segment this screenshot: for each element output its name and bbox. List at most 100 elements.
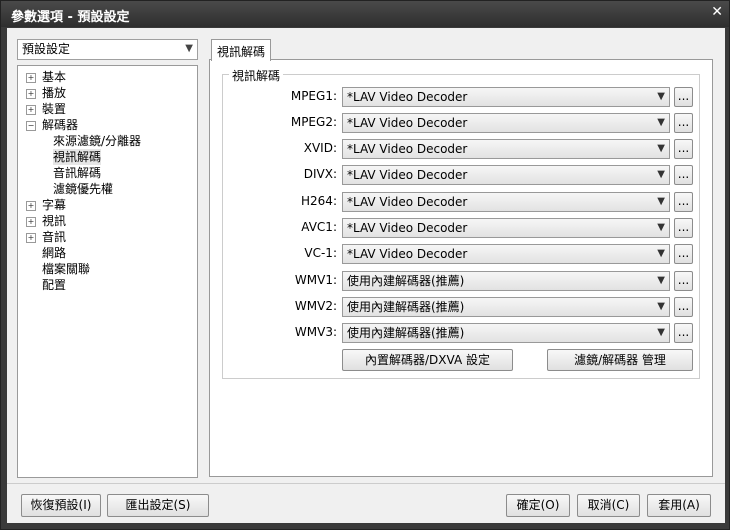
chevron-down-icon: ▼	[657, 143, 665, 154]
tree-item-label: 基本	[42, 70, 67, 84]
divider	[7, 483, 725, 484]
decoder-options-button[interactable]: ...	[674, 297, 693, 317]
decoder-options-button[interactable]: ...	[674, 113, 693, 133]
tree-item-label: 視訊	[42, 214, 67, 228]
expand-icon[interactable]: +	[26, 217, 36, 227]
tree-item-label: 播放	[42, 86, 67, 100]
tree-item[interactable]: 網路	[26, 245, 66, 261]
tree-item-label: 視訊解碼	[53, 150, 102, 164]
decoder-value: *LAV Video Decoder	[347, 90, 468, 104]
tree-item[interactable]: 檔案關聯	[26, 261, 90, 277]
settings-tree[interactable]: + 基本 + 播放 + 裝置 − 解碼器 來源濾鏡/分離器 視訊解碼 音訊解碼 濾鏡優先權 + 字幕 + 視訊…	[17, 65, 198, 478]
chevron-down-icon: ▼	[657, 169, 665, 180]
decoder-value: *LAV Video Decoder	[347, 168, 468, 182]
decoder-value: *LAV Video Decoder	[347, 221, 468, 235]
decoder-options-button[interactable]: ...	[674, 192, 693, 212]
tree-item[interactable]: + 裝置	[26, 101, 66, 117]
decoder-options-button[interactable]: ...	[674, 218, 693, 238]
codec-label: WMV3:	[294, 325, 337, 339]
tree-item[interactable]: 音訊解碼	[53, 165, 101, 181]
tree-item-label: 配置	[42, 278, 67, 292]
collapse-icon[interactable]: −	[26, 121, 36, 131]
codec-label: WMV1:	[294, 273, 337, 287]
decoder-select[interactable]: *LAV Video Decoder ▼	[342, 165, 670, 185]
decoder-options-button[interactable]: ...	[674, 87, 693, 107]
decoder-options-button[interactable]: ...	[674, 139, 693, 159]
decoder-value: *LAV Video Decoder	[347, 116, 468, 130]
tree-item[interactable]: + 基本	[26, 69, 66, 85]
expand-icon[interactable]: +	[26, 105, 36, 115]
expand-icon[interactable]: +	[26, 201, 36, 211]
decoder-select[interactable]: 使用內建解碼器(推薦) ▼	[342, 297, 670, 317]
codec-label: WMV2:	[294, 299, 337, 313]
tree-item-label: 來源濾鏡/分離器	[53, 134, 142, 148]
decoder-select[interactable]: 使用內建解碼器(推薦) ▼	[342, 271, 670, 291]
tree-item-label: 音訊	[42, 230, 67, 244]
tree-item[interactable]: + 音訊	[26, 229, 66, 245]
tree-item[interactable]: + 視訊	[26, 213, 66, 229]
close-icon[interactable]: ✕	[711, 4, 723, 20]
codec-label: DIVX:	[303, 167, 337, 181]
tree-item[interactable]: + 播放	[26, 85, 66, 101]
decoder-value: 使用內建解碼器(推薦)	[347, 274, 465, 288]
decoder-select[interactable]: *LAV Video Decoder ▼	[342, 244, 670, 264]
tree-item[interactable]: + 字幕	[26, 197, 66, 213]
chevron-down-icon: ▼	[657, 196, 665, 207]
decoder-select[interactable]: *LAV Video Decoder ▼	[342, 139, 670, 159]
tree-item-label: 字幕	[42, 198, 67, 212]
tree-item[interactable]: 來源濾鏡/分離器	[53, 133, 141, 149]
decoder-value: 使用內建解碼器(推薦)	[347, 326, 465, 340]
expand-icon[interactable]: +	[26, 233, 36, 243]
export-settings-button[interactable]: 匯出設定(S)	[107, 494, 209, 517]
expand-icon[interactable]: +	[26, 89, 36, 99]
dialog-body: 預設設定 ▼ + 基本 + 播放 + 裝置 − 解碼器 來源濾鏡/分離器 視訊解碼 音訊解碼 濾鏡優先權…	[7, 28, 725, 523]
filter-manage-button[interactable]: 濾鏡/解碼器 管理	[547, 349, 693, 371]
video-decoder-group: 視訊解碼 MPEG1: *LAV Video Decoder ▼ ... MPEG2…	[222, 67, 700, 379]
profile-select[interactable]: 預設設定 ▼	[17, 39, 198, 60]
decoder-select[interactable]: *LAV Video Decoder ▼	[342, 218, 670, 238]
chevron-down-icon: ▼	[185, 43, 193, 54]
tab-panel: 視訊解碼 MPEG1: *LAV Video Decoder ▼ ... MPEG2…	[209, 59, 713, 477]
chevron-down-icon: ▼	[657, 327, 665, 338]
dxva-settings-button[interactable]: 內置解碼器/DXVA 設定	[342, 349, 513, 371]
codec-label: MPEG2:	[290, 115, 337, 129]
tree-item-label: 檔案關聯	[42, 262, 91, 276]
apply-button[interactable]: 套用(A)	[647, 494, 711, 517]
chevron-down-icon: ▼	[657, 248, 665, 259]
decoder-select[interactable]: *LAV Video Decoder ▼	[342, 113, 670, 133]
codec-label: VC-1:	[304, 246, 337, 260]
decoder-options-button[interactable]: ...	[674, 165, 693, 185]
decoder-value: *LAV Video Decoder	[347, 195, 468, 209]
tree-item-label: 網路	[42, 246, 67, 260]
codec-label: H264:	[301, 194, 337, 208]
tree-item[interactable]: 配置	[26, 277, 66, 293]
decoder-value: 使用內建解碼器(推薦)	[347, 300, 465, 314]
tab-video-decoding[interactable]: 視訊解碼	[211, 39, 271, 61]
tree-item[interactable]: 視訊解碼	[53, 149, 102, 165]
chevron-down-icon: ▼	[657, 301, 665, 312]
decoder-value: *LAV Video Decoder	[347, 247, 468, 261]
decoder-select[interactable]: 使用內建解碼器(推薦) ▼	[342, 323, 670, 343]
decoder-value: *LAV Video Decoder	[347, 142, 468, 156]
tree-item-label: 裝置	[42, 102, 67, 116]
tree-item[interactable]: 濾鏡優先權	[53, 181, 113, 197]
codec-label: AVC1:	[301, 220, 337, 234]
codec-label: MPEG1:	[290, 89, 337, 103]
decoder-options-button[interactable]: ...	[674, 244, 693, 264]
decoder-select[interactable]: *LAV Video Decoder ▼	[342, 192, 670, 212]
tree-item[interactable]: − 解碼器	[26, 117, 78, 133]
decoder-select[interactable]: *LAV Video Decoder ▼	[342, 87, 670, 107]
tree-item-label: 解碼器	[42, 118, 79, 132]
chevron-down-icon: ▼	[657, 275, 665, 286]
expand-icon[interactable]: +	[26, 73, 36, 83]
tree-item-label: 濾鏡優先權	[53, 182, 114, 196]
chevron-down-icon: ▼	[657, 91, 665, 102]
decoder-options-button[interactable]: ...	[674, 271, 693, 291]
group-title: 視訊解碼	[229, 67, 284, 84]
chevron-down-icon: ▼	[657, 117, 665, 128]
restore-defaults-button[interactable]: 恢復預設(I)	[21, 494, 101, 517]
decoder-options-button[interactable]: ...	[674, 323, 693, 343]
cancel-button[interactable]: 取消(C)	[577, 494, 640, 517]
tree-item-label: 音訊解碼	[53, 166, 102, 180]
ok-button[interactable]: 確定(O)	[506, 494, 570, 517]
